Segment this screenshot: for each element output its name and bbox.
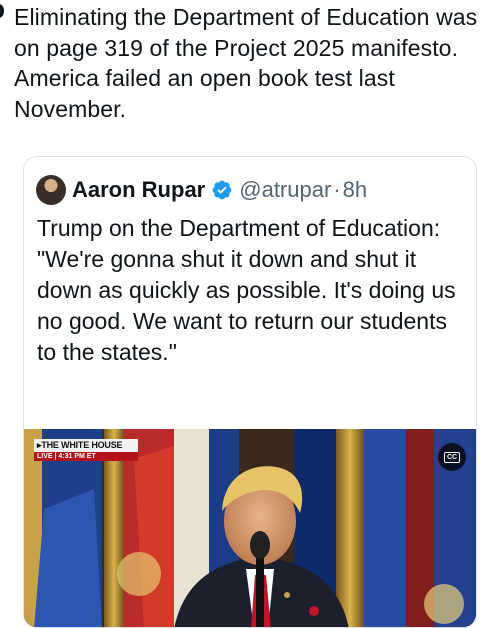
closed-captions-button[interactable]: CC bbox=[438, 443, 466, 471]
closed-captions-icon: CC bbox=[443, 451, 461, 463]
author-handle[interactable]: @atrupar bbox=[239, 177, 331, 203]
post-text: Eliminating the Department of Education … bbox=[14, 4, 478, 122]
quoted-post-card[interactable]: Aaron Rupar @atrupar · 8h Trump on the D… bbox=[23, 156, 477, 628]
avatar[interactable] bbox=[36, 175, 66, 205]
quoted-post-text: Trump on the Department of Education: "W… bbox=[37, 215, 456, 365]
separator-dot: · bbox=[333, 177, 341, 202]
author-name[interactable]: Aaron Rupar bbox=[72, 177, 205, 203]
live-time-label: LIVE | 4:31 PM ET bbox=[34, 452, 138, 461]
timestamp[interactable]: 8h bbox=[343, 177, 367, 203]
verified-badge-icon bbox=[212, 180, 232, 200]
quoted-post-header: Aaron Rupar @atrupar · 8h bbox=[36, 173, 367, 207]
live-bug: ▸THE WHITE HOUSE LIVE | 4:31 PM ET bbox=[34, 439, 138, 461]
live-network-label: ▸THE WHITE HOUSE bbox=[34, 439, 138, 452]
video-player[interactable]: ▸THE WHITE HOUSE LIVE | 4:31 PM ET CC bbox=[24, 429, 476, 627]
avatar-edge bbox=[0, 4, 4, 18]
